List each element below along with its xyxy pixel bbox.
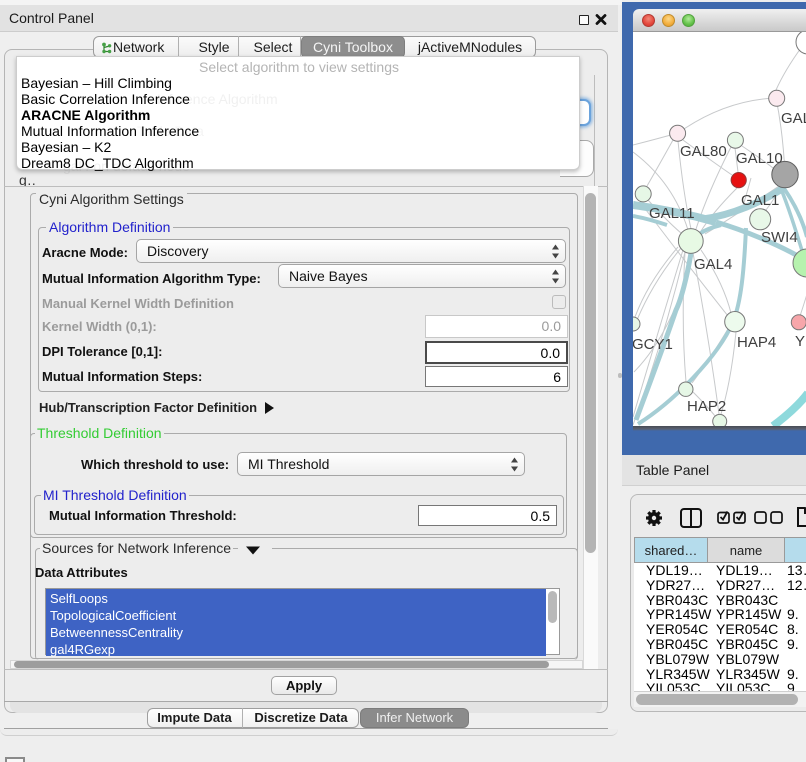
svg-text:GCY1: GCY1 [633, 336, 673, 353]
svg-text:GAL10: GAL10 [736, 150, 783, 167]
svg-text:HAP2: HAP2 [687, 398, 726, 415]
svg-text:GAL4: GAL4 [694, 256, 732, 273]
svg-text:HAP4: HAP4 [737, 334, 776, 351]
svg-text:GAL1: GAL1 [741, 192, 779, 209]
svg-text:Y: Y [795, 333, 805, 350]
svg-text:GAL11: GAL11 [649, 205, 695, 222]
svg-text:SWI4: SWI4 [761, 229, 798, 246]
svg-text:GAL80: GAL80 [680, 143, 727, 160]
svg-text:GAL7: GAL7 [781, 110, 806, 127]
